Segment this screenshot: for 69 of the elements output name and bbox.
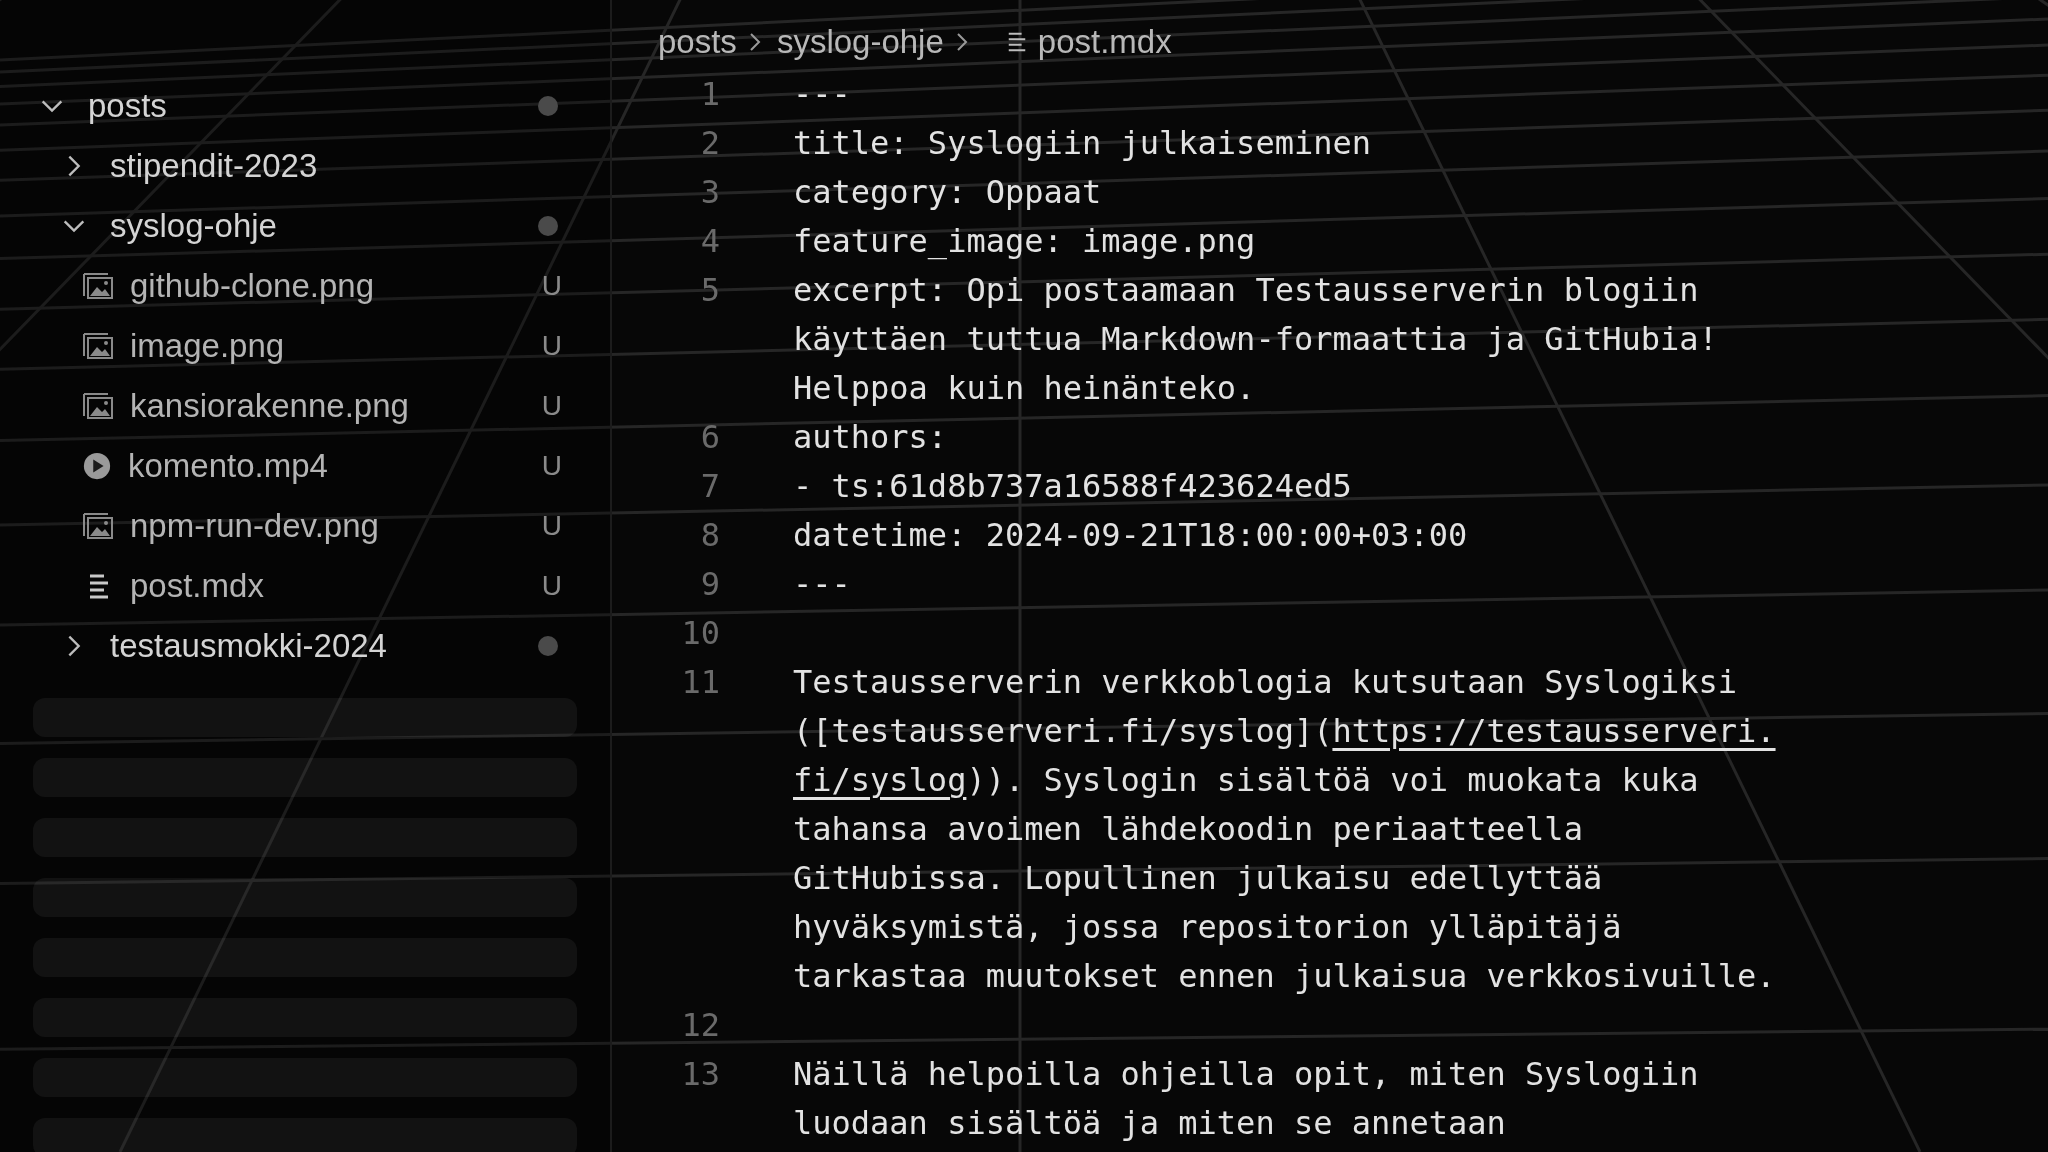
code-text: luodaan sisältöä ja miten se annetaan <box>793 1104 1506 1142</box>
file-item[interactable]: kansiorakenne.png U <box>0 376 610 436</box>
code-text: Testausserverin verkkoblogia kutsutaan Syslogiksi <box>793 663 1737 701</box>
code-text: feature_image: image.png <box>793 222 1256 260</box>
line-number: 5 <box>699 270 720 311</box>
code-link[interactable]: https://testausserveri. <box>1332 712 1776 750</box>
line-number: 6 <box>699 417 720 458</box>
code-text: - ts:61d8b737a16588f423624ed5 <box>793 467 1352 505</box>
untracked-status: U <box>541 510 562 542</box>
item-label: kansiorakenne.png <box>130 387 410 425</box>
item-label: testausmokki-2024 <box>110 627 388 665</box>
line-number: 10 <box>680 613 720 654</box>
breadcrumb-item[interactable]: post.mdx <box>1037 23 1172 61</box>
line-number: 9 <box>699 564 720 605</box>
code-text: tahansa avoimen lähdekoodin periaatteella <box>793 810 1583 848</box>
line-number: 1 <box>699 74 720 115</box>
line-number: 3 <box>699 172 720 213</box>
line-number: 7 <box>699 466 720 507</box>
code-text: GitHubissa. Lopullinen julkaisu edellyttää <box>793 859 1603 897</box>
untracked-status: U <box>541 270 562 302</box>
item-label: syslog-ohje <box>110 207 278 245</box>
untracked-status: U <box>541 570 562 602</box>
breadcrumb-item[interactable]: posts <box>658 23 737 61</box>
item-label: npm-run-dev.png <box>130 507 380 545</box>
item-label: github-clone.png <box>130 267 376 305</box>
play-icon <box>82 451 112 481</box>
code-text: käyttäen tuttua Markdown-formaattia ja GitHubia! <box>793 320 1718 358</box>
code-text: datetime: 2024-09-21T18:00:00+03:00 <box>793 516 1468 554</box>
line-number: 4 <box>699 221 720 262</box>
untracked-status: U <box>541 330 562 362</box>
item-label: stipendit-2023 <box>110 147 319 185</box>
file-item[interactable]: post.mdx U <box>0 556 610 616</box>
item-label: post.mdx <box>130 567 265 605</box>
code-text: tarkastaa muutokset ennen julkaisua verkkosivuille. <box>793 957 1776 995</box>
file-item[interactable]: komento.mp4 U <box>0 436 610 496</box>
code-text: Helppoa kuin heinänteko. <box>793 369 1256 407</box>
item-label: posts <box>88 87 168 125</box>
code-text: category: Oppaat <box>793 173 1102 211</box>
line-number: 12 <box>680 1005 720 1046</box>
untracked-status: U <box>541 390 562 422</box>
breadcrumb-item[interactable]: syslog-ohje <box>776 23 944 61</box>
code-text: fi/syslog)). Syslogin sisältöä voi muokata kuka <box>793 761 1699 799</box>
file-item[interactable]: npm-run-dev.png U <box>0 496 610 556</box>
code-text: Näillä helpoilla ohjeilla opit, miten Syslogiin <box>793 1055 1699 1093</box>
code-text: --- <box>793 75 851 113</box>
folder-item[interactable]: testausmokki-2024 <box>0 616 610 676</box>
folder-item[interactable]: syslog-ohje <box>0 196 610 256</box>
file-item[interactable]: image.png U <box>0 316 610 376</box>
code-text: hyväksymistä, jossa repositorion ylläpitäjä <box>793 908 1622 946</box>
line-number: 11 <box>680 662 720 703</box>
line-number: 8 <box>699 515 720 556</box>
code-text: --- <box>793 565 851 603</box>
image-file-icon <box>82 392 114 420</box>
code-text: ([testausserveri.fi/syslog](https://testausserveri. <box>793 712 1776 750</box>
line-number: 2 <box>699 123 720 164</box>
folder-item[interactable]: stipendit-2023 <box>0 136 610 196</box>
code-text: title: Syslogiin julkaiseminen <box>793 124 1371 162</box>
code-text: authors: <box>793 418 948 456</box>
file-item[interactable]: github-clone.png U <box>0 256 610 316</box>
item-label: image.png <box>130 327 286 365</box>
image-file-icon <box>82 332 114 360</box>
item-label: komento.mp4 <box>128 447 329 485</box>
untracked-status: U <box>541 450 562 482</box>
line-number: 13 <box>680 1054 720 1095</box>
code-link[interactable]: fi/syslog <box>793 761 967 799</box>
code-text: excerpt: Opi postaamaan Testausserverin blogiin <box>793 271 1699 309</box>
folder-item[interactable]: posts <box>0 76 610 136</box>
image-file-icon <box>82 512 114 540</box>
image-file-icon <box>82 272 114 300</box>
